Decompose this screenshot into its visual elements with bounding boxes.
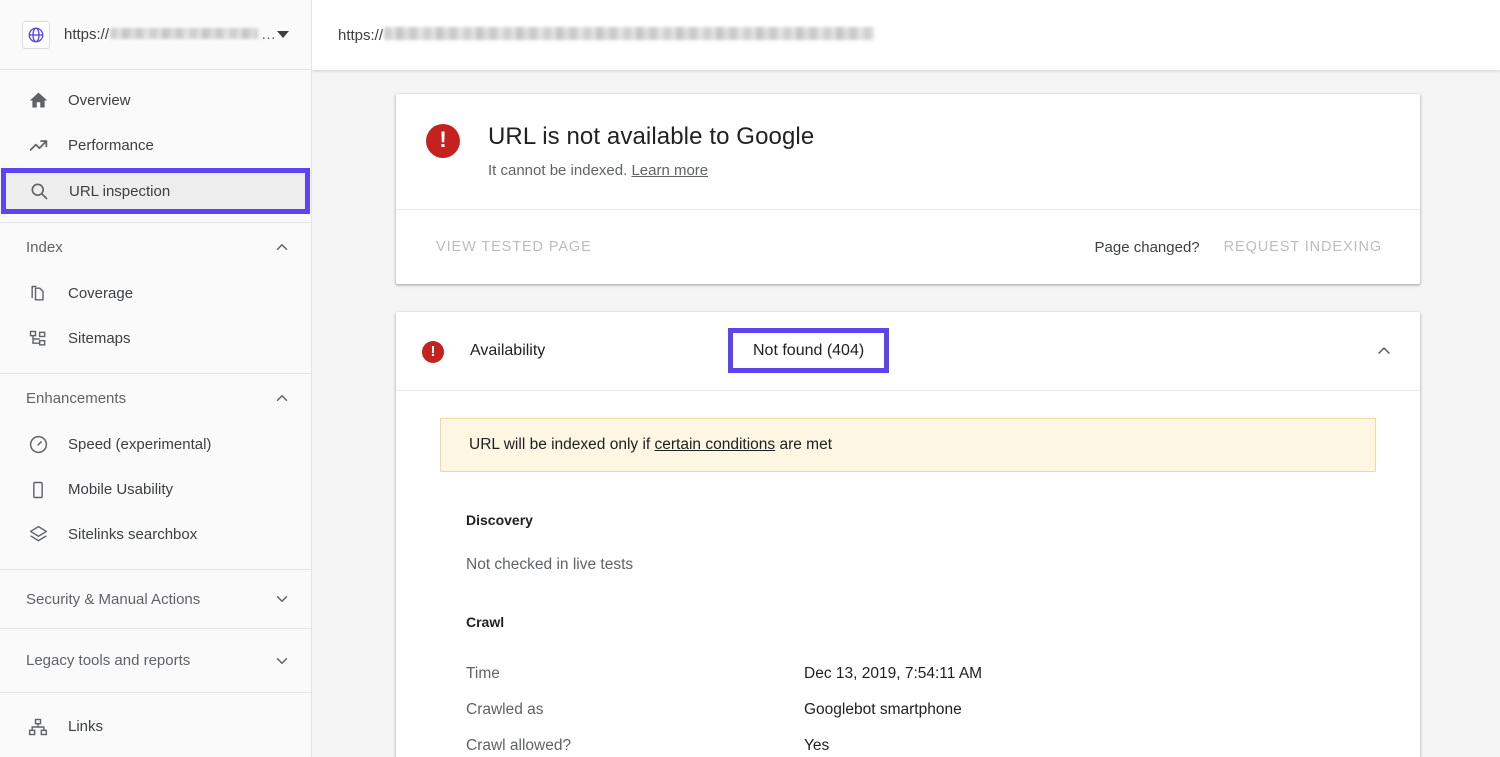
verdict-actions: VIEW TESTED PAGE Page changed? REQUEST I… <box>396 210 1420 284</box>
availability-card: ! Availability Not found (404) URL will … <box>396 312 1420 757</box>
crawl-section-title: Crawl <box>440 614 1376 630</box>
links-hierarchy-icon <box>26 715 50 739</box>
caret-down-icon[interactable] <box>277 31 289 38</box>
discovery-note: Not checked in live tests <box>440 556 1376 574</box>
sidebar-item-label: Performance <box>68 137 154 154</box>
sidebar-item-overview[interactable]: Overview <box>0 78 311 123</box>
warning-prefix: URL will be indexed only if <box>469 436 655 453</box>
table-row: Crawled as Googlebot smartphone <box>466 692 1376 728</box>
sidebar-section-label: Legacy tools and reports <box>26 652 273 669</box>
verdict-body: ! URL is not available to Google It cann… <box>396 94 1420 209</box>
sidebar: https:// … Overview Performance <box>0 0 312 757</box>
sidebar-item-mobile-usability[interactable]: Mobile Usability <box>0 467 311 512</box>
sidebar-section-index[interactable]: Index <box>0 223 311 271</box>
card-divider <box>396 390 1420 391</box>
property-url-redacted <box>110 28 258 39</box>
sidebar-item-sitemaps[interactable]: Sitemaps <box>0 316 311 361</box>
verdict-card: ! URL is not available to Google It cann… <box>396 94 1420 284</box>
crawl-details-table: Time Dec 13, 2019, 7:54:11 AM Crawled as… <box>440 656 1376 757</box>
sidebar-item-label: Sitemaps <box>68 330 131 347</box>
warning-suffix: are met <box>775 436 832 453</box>
home-icon <box>26 89 50 113</box>
chevron-up-icon[interactable] <box>273 389 291 407</box>
row-key: Time <box>466 665 759 683</box>
property-url-prefix: https:// <box>64 26 109 43</box>
main-content: https:// ! URL is not available to Googl… <box>312 0 1500 757</box>
chevron-down-icon[interactable] <box>273 590 291 608</box>
sidebar-divider <box>0 692 311 693</box>
sidebar-item-label: URL inspection <box>69 183 170 200</box>
sidebar-section-security-manual-actions[interactable]: Security & Manual Actions <box>0 570 311 628</box>
discovery-section-title: Discovery <box>440 512 1376 528</box>
verdict-subtitle: It cannot be indexed. Learn more <box>488 162 814 179</box>
inspected-url-bar[interactable]: https:// <box>312 0 1500 70</box>
page-title: URL is not available to Google <box>488 122 814 152</box>
property-url: https:// … <box>64 26 277 43</box>
chevron-up-icon[interactable] <box>1374 341 1394 361</box>
sidebar-section-label: Security & Manual Actions <box>26 591 273 608</box>
inspected-url-prefix: https:// <box>338 27 383 44</box>
error-icon: ! <box>426 124 460 158</box>
sidebar-item-label: Links <box>68 718 103 735</box>
layers-icon <box>26 523 50 547</box>
app-root: https:// … Overview Performance <box>0 0 1500 757</box>
row-key: Crawl allowed? <box>466 737 759 755</box>
sitemap-icon <box>26 327 50 351</box>
sidebar-item-coverage[interactable]: Coverage <box>0 271 311 316</box>
sidebar-primary-nav: Overview Performance U <box>0 70 311 222</box>
availability-body: URL will be indexed only if certain cond… <box>396 418 1420 757</box>
sidebar-section-label: Index <box>26 239 273 256</box>
page-changed-label: Page changed? <box>1095 239 1200 256</box>
sidebar-item-performance[interactable]: Performance <box>0 123 311 168</box>
documents-icon <box>26 282 50 306</box>
search-icon <box>27 179 51 203</box>
property-selector[interactable]: https:// … <box>0 0 311 70</box>
certain-conditions-link[interactable]: certain conditions <box>655 436 776 453</box>
availability-header[interactable]: ! Availability Not found (404) <box>396 312 1420 390</box>
sidebar-item-label: Coverage <box>68 285 133 302</box>
verdict-actions-right: Page changed? REQUEST INDEXING <box>1095 231 1392 263</box>
table-row: Crawl allowed? Yes <box>466 728 1376 757</box>
row-value: Googlebot smartphone <box>804 701 962 719</box>
row-key: Crawled as <box>466 701 759 719</box>
table-row: Time Dec 13, 2019, 7:54:11 AM <box>466 656 1376 692</box>
view-tested-page-button[interactable]: VIEW TESTED PAGE <box>426 231 602 263</box>
sidebar-item-url-inspection[interactable]: URL inspection <box>1 168 310 214</box>
verdict-text: URL is not available to Google It cannot… <box>488 122 814 179</box>
sidebar-item-label: Speed (experimental) <box>68 436 211 453</box>
availability-value-wrap: Not found (404) <box>728 341 889 361</box>
status-badge: Not found (404) <box>728 328 889 373</box>
inspected-url: https:// <box>338 27 874 44</box>
sidebar-item-label: Mobile Usability <box>68 481 173 498</box>
error-icon: ! <box>422 341 444 363</box>
globe-icon <box>22 21 50 49</box>
row-value: Dec 13, 2019, 7:54:11 AM <box>804 665 982 683</box>
results-content: ! URL is not available to Google It cann… <box>312 70 1500 757</box>
sidebar-item-label: Sitelinks searchbox <box>68 526 197 543</box>
chevron-up-icon[interactable] <box>273 238 291 256</box>
trending-up-icon <box>26 134 50 158</box>
sidebar-section-label: Enhancements <box>26 390 273 407</box>
sidebar-item-speed[interactable]: Speed (experimental) <box>0 422 311 467</box>
learn-more-link[interactable]: Learn more <box>631 162 708 179</box>
sidebar-item-label: Overview <box>68 92 131 109</box>
indexing-conditions-warning: URL will be indexed only if certain cond… <box>440 418 1376 472</box>
request-indexing-button[interactable]: REQUEST INDEXING <box>1214 231 1392 263</box>
sidebar-item-sitelinks-searchbox[interactable]: Sitelinks searchbox <box>0 512 311 557</box>
exclamation-glyph: ! <box>439 129 446 151</box>
sidebar-section-enhancements[interactable]: Enhancements <box>0 374 311 422</box>
mobile-phone-icon <box>26 478 50 502</box>
property-url-ellipsis: … <box>261 26 276 43</box>
row-value: Yes <box>804 737 829 755</box>
verdict-subtitle-text: It cannot be indexed. <box>488 162 631 179</box>
chevron-down-icon[interactable] <box>273 652 291 670</box>
availability-label: Availability <box>470 342 728 360</box>
inspected-url-redacted <box>384 27 874 40</box>
speedometer-icon <box>26 433 50 457</box>
sidebar-item-links[interactable]: Links <box>0 704 311 749</box>
exclamation-glyph: ! <box>431 344 436 359</box>
sidebar-section-legacy-tools[interactable]: Legacy tools and reports <box>0 629 311 692</box>
